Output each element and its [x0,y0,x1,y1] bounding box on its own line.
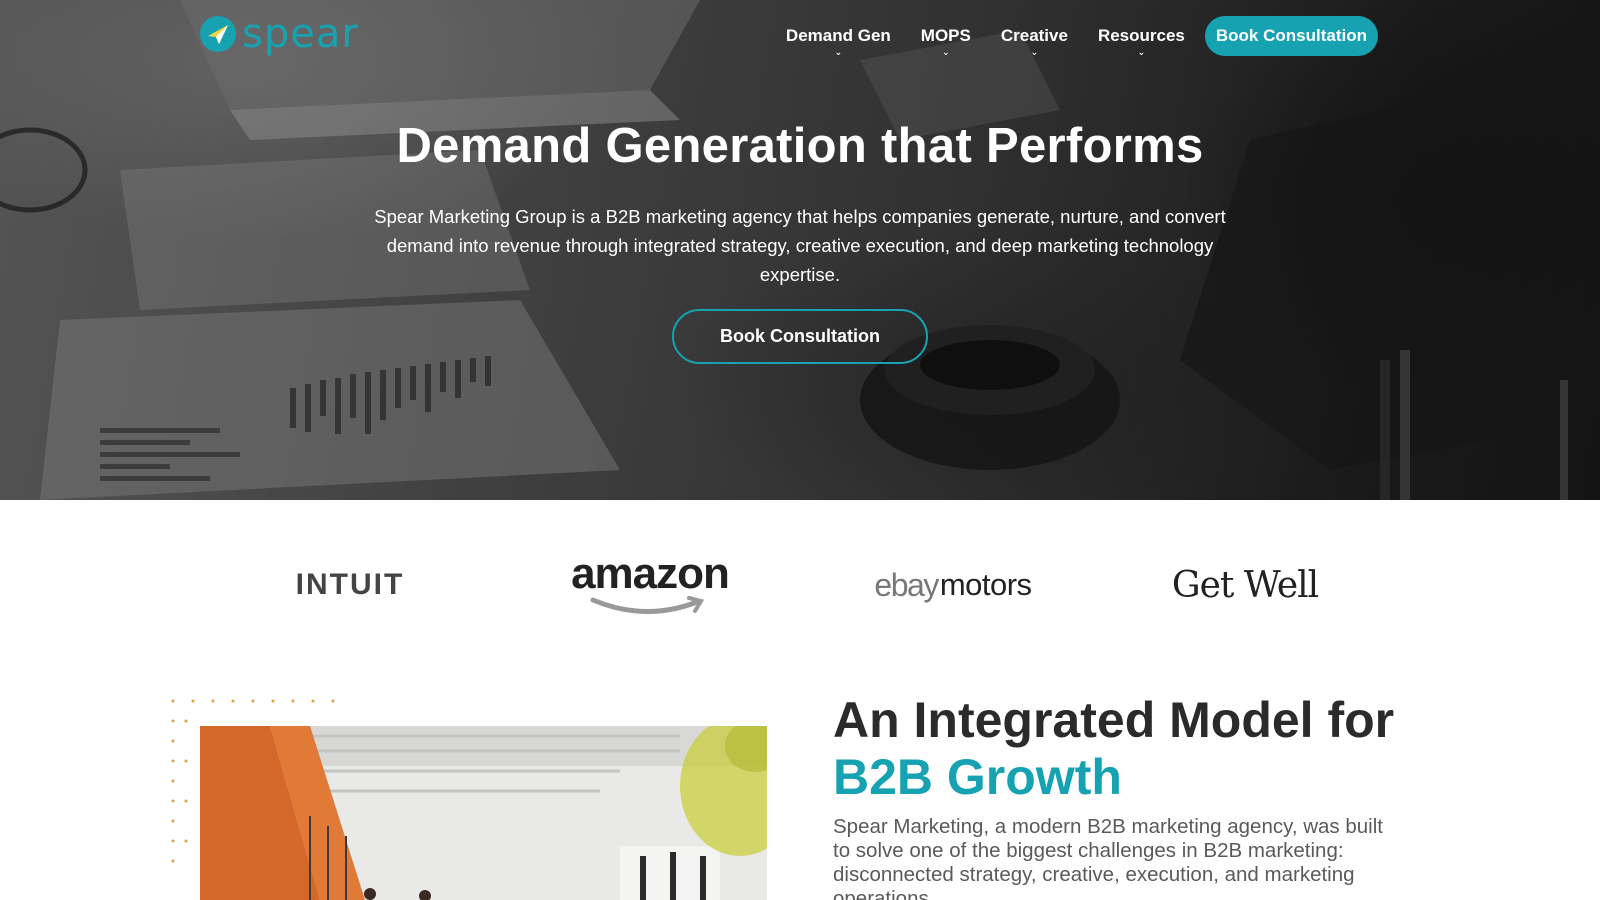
section-title: An Integrated Model for B2B Growth [833,692,1433,806]
nav-item-demand-gen[interactable]: Demand Gen ⌄ [771,18,906,57]
nav-book-consultation-button[interactable]: Book Consultation [1204,16,1378,56]
hero-book-consultation-button[interactable]: Book Consultation [672,309,928,364]
motors-wordmark: motors [939,567,1032,602]
ebay-wordmark: ebay [874,566,939,603]
nav-item-label: Resources [1097,26,1185,45]
section-title-plain: An Integrated Model for [833,692,1395,748]
section-title-accent: B2B Growth [833,749,1122,805]
section-description: Spear Marketing, a modern B2B marketing … [833,815,1383,900]
brand-logo[interactable]: spear [200,11,359,57]
amazon-wordmark: amazon [571,549,730,598]
nav-item-label: MOPS [920,26,971,45]
nav-item-creative[interactable]: Creative ⌄ [986,18,1083,57]
hero-section: spear Demand Gen ⌄ MOPS ⌄ Creative ⌄ Res… [0,0,1600,500]
getwell-wordmark: Get Well [1171,564,1319,606]
amazon-logo: amazon [560,550,740,620]
client-logo-strip: INTUIT amazon ebay motors Get Well [0,500,1600,660]
nav-item-mops[interactable]: MOPS ⌄ [906,18,986,57]
brand-name: spear [242,11,359,57]
intuit-logo: INTUIT [290,550,410,620]
nav-item-resources[interactable]: Resources ⌄ [1083,18,1200,57]
nav-item-label: Creative [1000,26,1068,45]
hero-subtitle: Spear Marketing Group is a B2B marketing… [374,206,1226,285]
chevron-down-icon: ⌄ [1137,47,1146,57]
nav-item-label: Demand Gen [785,26,891,45]
chevron-down-icon: ⌄ [942,47,950,57]
office-photo-image [200,726,767,900]
getwell-logo: Get Well [1170,550,1320,620]
paper-plane-logo-icon [200,16,236,52]
chevron-down-icon: ⌄ [1030,47,1039,57]
intuit-wordmark: INTUIT [295,568,405,601]
main-nav: Demand Gen ⌄ MOPS ⌄ Creative ⌄ Resources… [771,16,1378,57]
hero-title: Demand Generation that Performs [396,119,1204,173]
amazon-smile-icon [590,596,705,615]
ebay-motors-logo: ebay motors [858,550,1048,620]
office-photo [200,726,767,900]
chevron-down-icon: ⌄ [834,47,843,57]
